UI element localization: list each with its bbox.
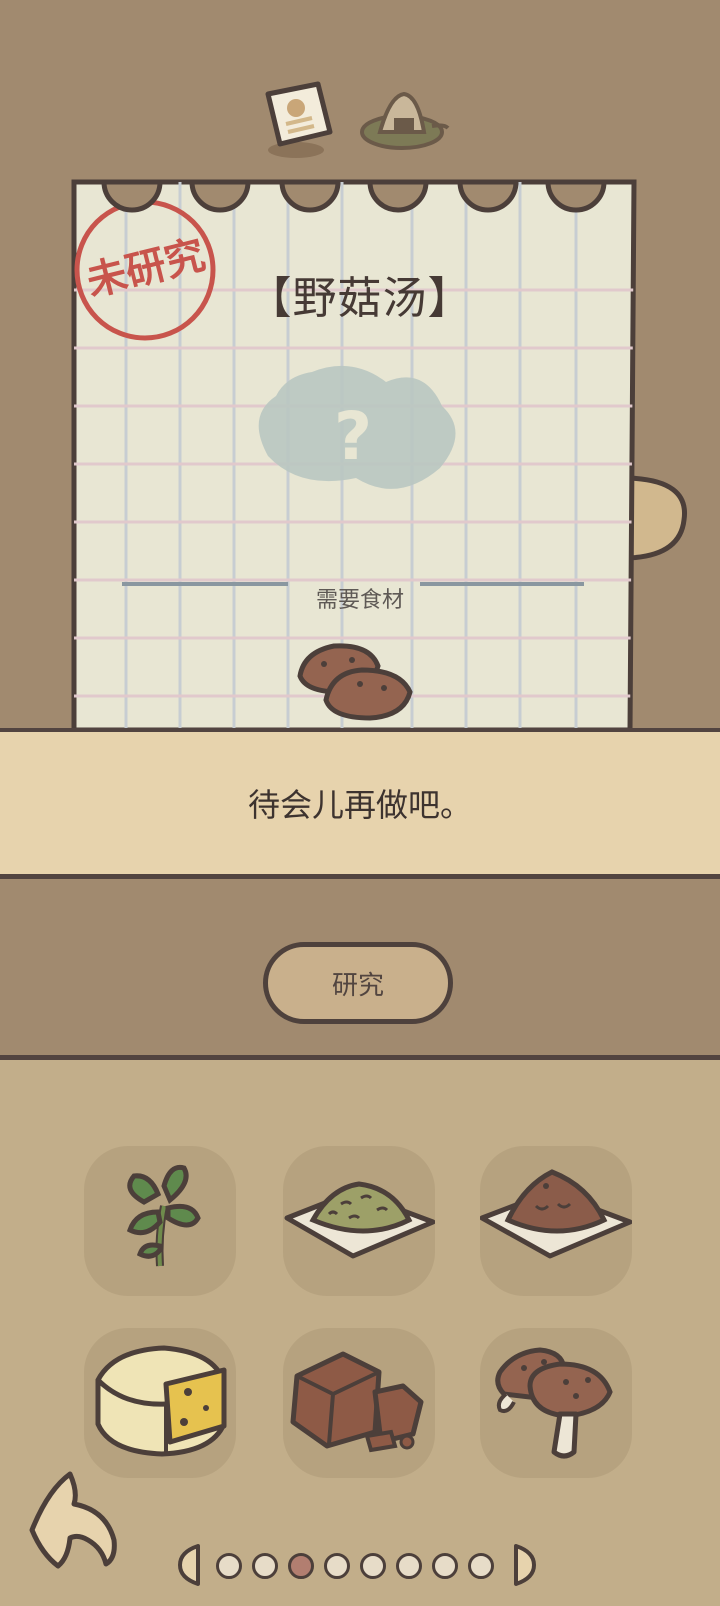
- recipe-card-tab-icon[interactable]: [258, 80, 338, 162]
- chocolate-icon: [290, 1351, 424, 1453]
- ingredient-slot-cheese[interactable]: [84, 1328, 236, 1478]
- cheese-icon: [95, 1345, 227, 1457]
- pager-dot[interactable]: [324, 1553, 350, 1579]
- message-banner: 待会儿再做吧。: [0, 728, 720, 879]
- ingredient-slot-mushroom[interactable]: [480, 1328, 632, 1478]
- page-indicator: [176, 1542, 544, 1588]
- pager-dot[interactable]: [468, 1553, 494, 1579]
- pager-dot[interactable]: [396, 1553, 422, 1579]
- ingredient-slot-chocolate[interactable]: [283, 1328, 435, 1478]
- pager-dot-active[interactable]: [288, 1553, 314, 1579]
- research-button[interactable]: 研究: [263, 942, 453, 1024]
- pager-left-icon[interactable]: [176, 1542, 204, 1588]
- ingredients-label: 需要食材: [315, 588, 404, 613]
- message-text: 待会儿再做吧。: [247, 786, 472, 824]
- ingredient-slot-grain[interactable]: [283, 1146, 435, 1296]
- grain-flakes-icon: [284, 1181, 435, 1259]
- pager-dot[interactable]: [432, 1553, 458, 1579]
- ingredient-slot-herb[interactable]: [84, 1146, 236, 1296]
- herb-icon: [126, 1164, 201, 1267]
- pager-dot[interactable]: [252, 1553, 278, 1579]
- rice-ball-tab-icon[interactable]: [358, 88, 452, 154]
- ground-meat-icon: [480, 1169, 632, 1259]
- back-arrow-icon[interactable]: [22, 1470, 122, 1570]
- pager-right-icon[interactable]: [510, 1542, 538, 1588]
- recipe-title: 【野菇汤】: [247, 273, 473, 324]
- mushroom-icon: [495, 1347, 613, 1459]
- pager-dot[interactable]: [360, 1553, 386, 1579]
- ingredient-slot-ground-meat[interactable]: [480, 1146, 632, 1296]
- unknown-dish-question-mark: ?: [333, 398, 373, 475]
- pager-dot[interactable]: [216, 1553, 242, 1579]
